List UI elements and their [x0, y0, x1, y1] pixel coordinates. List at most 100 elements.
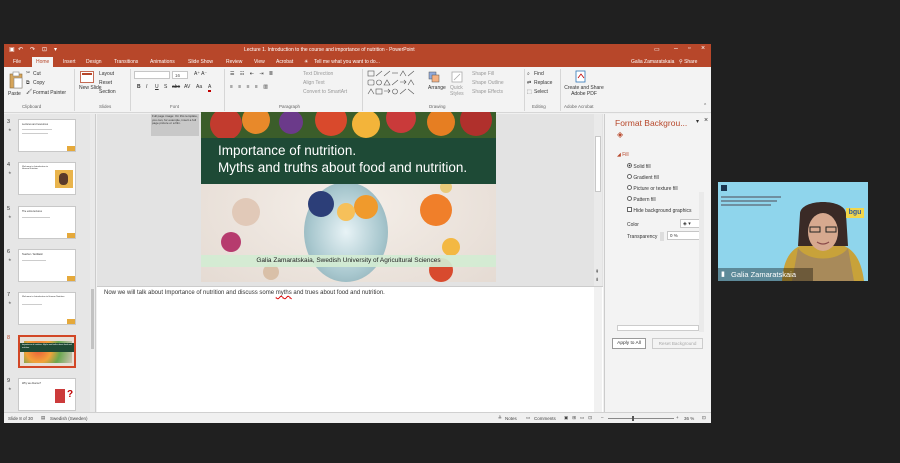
spellcheck-icon[interactable]: ▤	[41, 415, 45, 421]
arrange-icon[interactable]	[428, 71, 440, 83]
bullets-icon[interactable]: ☰ ☷ ⇤ ⇥ ≣	[230, 71, 275, 77]
thumbnail-slide-4[interactable]: Welcome to Introduction to Human Nutriti…	[18, 162, 76, 195]
new-slide-icon[interactable]	[80, 71, 94, 83]
pane-horizontal-scrollbar[interactable]	[617, 325, 699, 331]
tab-insert[interactable]: Insert	[63, 59, 76, 65]
hide-graphics-checkbox[interactable]: Hide background graphics	[627, 207, 691, 214]
color-picker-button[interactable]: ◈ ▾	[680, 219, 700, 228]
format-painter-icon[interactable]: 🖌	[26, 89, 32, 95]
maximize-icon[interactable]: ▫	[688, 45, 690, 52]
thumbnail-slide-5[interactable]: The extra lectures	[18, 206, 76, 239]
shadow-button[interactable]: S	[164, 84, 167, 90]
collapse-ribbon-icon[interactable]: ⌃	[703, 103, 707, 109]
copy-button[interactable]: Copy	[33, 80, 45, 86]
quick-styles-button[interactable]: Quick Styles	[450, 85, 468, 97]
pane-close-icon[interactable]: ×	[704, 117, 708, 124]
notes-icon[interactable]: ≙	[498, 415, 502, 421]
arrange-button[interactable]: Arrange	[428, 85, 446, 91]
previous-slide-icon[interactable]: ⇞	[595, 269, 599, 275]
reset-button[interactable]: Reset	[99, 80, 112, 86]
quick-styles-icon[interactable]	[451, 71, 463, 83]
tab-file[interactable]: File	[13, 59, 21, 65]
minimize-icon[interactable]: –	[674, 45, 678, 52]
convert-smartart-button[interactable]: Convert to SmartArt	[303, 89, 347, 95]
editor-scroll-thumb[interactable]	[595, 136, 601, 192]
reset-background-button[interactable]: Reset Background	[652, 338, 703, 349]
layout-button[interactable]: Layout	[99, 71, 114, 77]
paste-button[interactable]: Paste	[8, 91, 21, 97]
adobe-pdf-icon[interactable]	[575, 70, 587, 83]
fill-option[interactable]: Gradient fill	[627, 174, 659, 181]
tab-acrobat[interactable]: Acrobat	[276, 59, 293, 65]
italic-button[interactable]: I	[146, 84, 147, 90]
tab-slide-show[interactable]: Slide Show	[188, 59, 213, 65]
align-text-button[interactable]: Align Text	[303, 80, 325, 86]
transparency-slider[interactable]	[660, 232, 664, 241]
fill-option[interactable]: Solid fill	[627, 163, 651, 170]
fill-bucket-icon[interactable]: ◈	[617, 130, 623, 139]
notes-button[interactable]: Notes	[505, 416, 517, 421]
language-indicator[interactable]: Swedish (Sweden)	[50, 416, 88, 421]
paste-icon[interactable]	[9, 71, 23, 89]
text-direction-button[interactable]: Text Direction	[303, 71, 333, 77]
zoom-level[interactable]: 36 %	[684, 416, 694, 421]
undo-icon[interactable]: ↶	[18, 46, 23, 53]
pane-scrollbar[interactable]	[699, 192, 704, 332]
tab-view[interactable]: View	[254, 59, 265, 65]
tab-animations[interactable]: Animations	[150, 59, 175, 65]
shape-outline-button[interactable]: Shape Outline	[472, 80, 504, 86]
bold-button[interactable]: B	[137, 84, 141, 90]
fill-option[interactable]: Picture or texture fill	[627, 185, 678, 192]
thumbnail-slide-6[interactable]: Teacher / facilitator	[18, 249, 76, 282]
underline-button[interactable]: U	[155, 84, 159, 90]
create-share-pdf-button[interactable]: Create and Share Adobe PDF	[564, 85, 604, 97]
cut-icon[interactable]: ✂	[26, 70, 30, 76]
replace-icon[interactable]: ⇄	[527, 80, 531, 86]
find-icon[interactable]: ⌕	[527, 71, 530, 77]
comments-button[interactable]: Comments	[534, 416, 556, 421]
slide-title[interactable]: Importance of nutrition. Myths and truth…	[218, 142, 467, 176]
redo-icon[interactable]: ↷	[30, 46, 35, 53]
notes-scrollbar[interactable]	[594, 287, 602, 412]
tab-home[interactable]: Home	[32, 57, 54, 67]
shapes-gallery-icon[interactable]	[367, 70, 419, 100]
fill-section-toggle[interactable]: ◢ Fill	[617, 152, 629, 158]
strikethrough-button[interactable]: abc	[172, 84, 180, 90]
tab-review[interactable]: Review	[226, 59, 242, 65]
fill-option[interactable]: Pattern fill	[627, 196, 656, 203]
tell-me-search[interactable]: Tell me what you want to do...	[314, 59, 380, 65]
select-icon[interactable]: ⬚	[527, 89, 532, 95]
replace-button[interactable]: Replace	[534, 80, 552, 86]
slide-canvas[interactable]: Importance of nutrition. Myths and truth…	[201, 112, 496, 282]
thumbnail-slide-8-selected[interactable]: Importance of nutrition. Myths and truth…	[18, 335, 76, 368]
close-icon[interactable]: ×	[701, 45, 705, 52]
thumbnails-scrollbar[interactable]	[90, 114, 95, 412]
format-painter-button[interactable]: Format Painter	[33, 90, 66, 96]
customize-toolbar-icon[interactable]: ▾	[54, 46, 57, 53]
pane-options-icon[interactable]: ▾	[696, 118, 699, 125]
notes-pane[interactable]: Now we will talk about Importance of nut…	[97, 286, 603, 412]
comments-icon[interactable]: ▭	[526, 415, 530, 421]
copy-icon[interactable]: ⧉	[26, 80, 30, 86]
shape-fill-button[interactable]: Shape Fill	[472, 71, 494, 77]
fit-slide-icon[interactable]: ⊡	[702, 415, 706, 421]
slide-author[interactable]: Galia Zamaratskaia, Swedish University o…	[201, 257, 496, 264]
transparency-input[interactable]: 0 %	[667, 231, 700, 240]
cut-button[interactable]: Cut	[33, 71, 41, 77]
increase-font-icon[interactable]: A⁺ A⁻	[194, 71, 207, 77]
section-button[interactable]: Section	[99, 89, 116, 95]
select-button[interactable]: Select	[534, 89, 548, 95]
ribbon-display-icon[interactable]: ▭	[654, 46, 660, 53]
shape-effects-button[interactable]: Shape Effects	[472, 89, 503, 95]
thumbnails-scroll-thumb[interactable]	[91, 289, 94, 349]
save-icon[interactable]: ▣	[9, 46, 15, 53]
thumbnail-slide-3[interactable]: Lectures and resources	[18, 119, 76, 152]
start-from-beginning-icon[interactable]: ⊡	[42, 46, 47, 53]
font-size-field[interactable]: 16	[172, 71, 188, 79]
next-slide-icon[interactable]: ⇟	[595, 277, 599, 283]
change-case-button[interactable]: Aa	[196, 84, 202, 90]
zoom-slider-thumb[interactable]	[632, 416, 634, 421]
user-name[interactable]: Galia Zamaratskaia	[631, 59, 674, 65]
character-spacing-button[interactable]: AV	[184, 84, 190, 90]
speaker-notes[interactable]: Now we will talk about Importance of nut…	[104, 290, 385, 296]
